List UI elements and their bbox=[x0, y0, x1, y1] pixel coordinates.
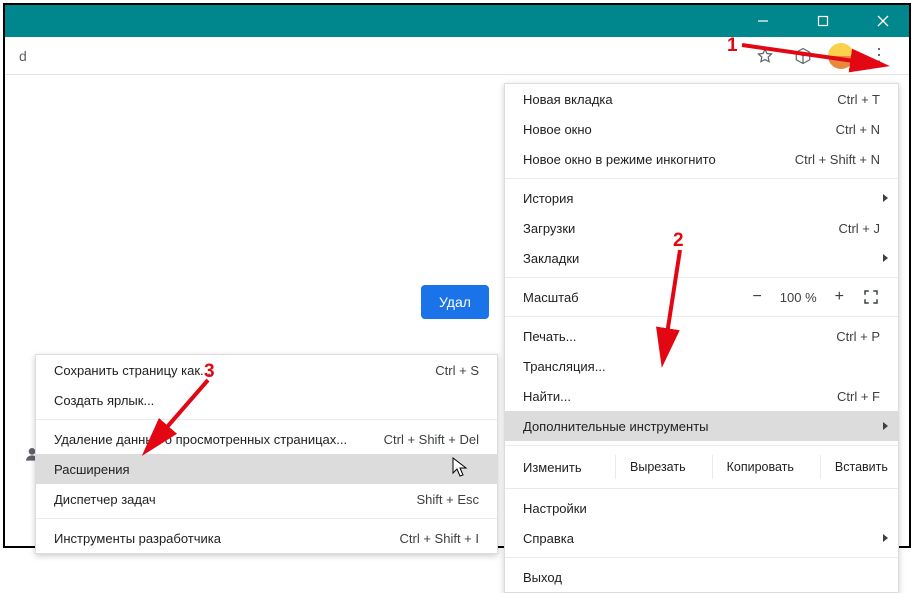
toolbar: d ⋮ bbox=[5, 37, 909, 75]
more-tools-submenu: Сохранить страницу как...Ctrl + S Создат… bbox=[35, 354, 498, 554]
edit-paste-button[interactable]: Вставить bbox=[820, 455, 902, 479]
separator bbox=[505, 557, 898, 558]
separator bbox=[505, 316, 898, 317]
chrome-main-menu: Новая вкладкаCtrl + T Новое окноCtrl + N… bbox=[504, 83, 899, 593]
menu-cast[interactable]: Трансляция... bbox=[505, 351, 898, 381]
close-button[interactable] bbox=[863, 7, 903, 35]
minimize-button[interactable] bbox=[743, 7, 783, 35]
edit-copy-button[interactable]: Копировать bbox=[712, 455, 808, 479]
menu-edit-row: Изменить Вырезать Копировать Вставить bbox=[505, 450, 898, 484]
zoom-value: 100 % bbox=[780, 290, 817, 305]
menu-history[interactable]: История bbox=[505, 183, 898, 213]
menu-bookmarks[interactable]: Закладки bbox=[505, 243, 898, 273]
menu-more-tools[interactable]: Дополнительные инструменты bbox=[505, 411, 898, 441]
separator bbox=[36, 518, 497, 519]
menu-downloads[interactable]: ЗагрузкиCtrl + J bbox=[505, 213, 898, 243]
menu-new-window[interactable]: Новое окноCtrl + N bbox=[505, 114, 898, 144]
zoom-in-button[interactable]: + bbox=[835, 288, 844, 306]
submenu-dev-tools[interactable]: Инструменты разработчикаCtrl + Shift + I bbox=[36, 523, 497, 553]
titlebar bbox=[5, 5, 909, 37]
submenu-create-shortcut[interactable]: Создать ярлык... bbox=[36, 385, 497, 415]
annotation-2: 2 bbox=[673, 230, 684, 252]
menu-new-tab[interactable]: Новая вкладкаCtrl + T bbox=[505, 84, 898, 114]
menu-dots-icon[interactable]: ⋮ bbox=[865, 42, 893, 70]
separator bbox=[36, 419, 497, 420]
separator bbox=[505, 277, 898, 278]
separator bbox=[505, 178, 898, 179]
edit-cut-button[interactable]: Вырезать bbox=[615, 455, 700, 479]
delete-button[interactable]: Удал bbox=[421, 285, 489, 319]
fullscreen-icon[interactable] bbox=[862, 288, 880, 306]
menu-exit[interactable]: Выход bbox=[505, 562, 898, 592]
maximize-button[interactable] bbox=[803, 7, 843, 35]
menu-find[interactable]: Найти...Ctrl + F bbox=[505, 381, 898, 411]
annotation-3: 3 bbox=[204, 361, 215, 383]
separator bbox=[505, 488, 898, 489]
menu-incognito[interactable]: Новое окно в режиме инкогнитоCtrl + Shif… bbox=[505, 144, 898, 174]
profile-avatar[interactable] bbox=[827, 42, 855, 70]
menu-print[interactable]: Печать...Ctrl + P bbox=[505, 321, 898, 351]
extensions-cube-icon[interactable] bbox=[789, 42, 817, 70]
annotation-1: 1 bbox=[727, 35, 738, 57]
mouse-cursor-icon bbox=[452, 457, 468, 479]
menu-help[interactable]: Справка bbox=[505, 523, 898, 553]
address-bar[interactable]: d bbox=[13, 48, 751, 64]
submenu-clear-data[interactable]: Удаление данных о просмотренных страница… bbox=[36, 424, 497, 454]
separator bbox=[505, 445, 898, 446]
bookmark-star-icon[interactable] bbox=[751, 42, 779, 70]
submenu-task-manager[interactable]: Диспетчер задачShift + Esc bbox=[36, 484, 497, 514]
menu-zoom: Масштаб − 100 % + bbox=[505, 282, 898, 312]
menu-settings[interactable]: Настройки bbox=[505, 493, 898, 523]
zoom-out-button[interactable]: − bbox=[752, 288, 761, 306]
submenu-extensions[interactable]: Расширения bbox=[36, 454, 497, 484]
submenu-save-as[interactable]: Сохранить страницу как...Ctrl + S bbox=[36, 355, 497, 385]
